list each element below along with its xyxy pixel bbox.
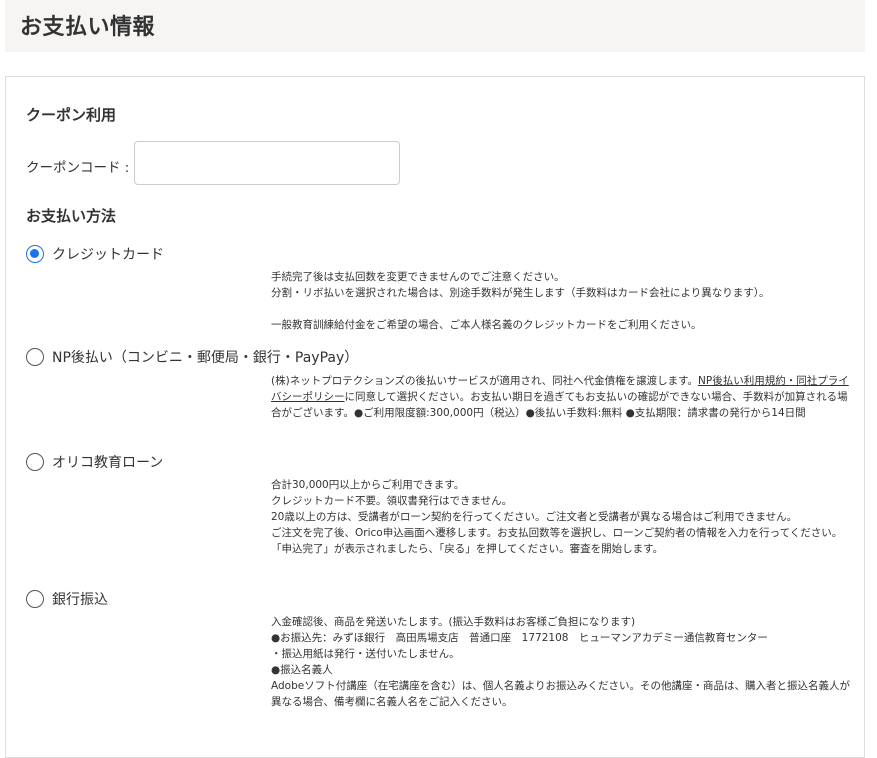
- description-line: ・振込用紙は発行・送付いたしません。: [271, 648, 460, 660]
- description-line: ●振込名義人: [271, 664, 333, 676]
- orico-loan-label: オリコ教育ローン: [52, 455, 164, 471]
- bank-transfer-radio[interactable]: [26, 590, 44, 608]
- credit-card-radio[interactable]: [26, 245, 44, 263]
- np-deferred-label: NP後払い（コンビニ・郵便局・銀行・PayPay）: [52, 350, 359, 366]
- description-line: 手続完了後は支払回数を変更できませんのでご注意ください。: [271, 271, 565, 283]
- coupon-code-label: クーポンコード :: [26, 160, 130, 176]
- orico-loan-description: 合計30,000円以上からご利用できます。 クレジットカード不要。領収書発行はで…: [271, 477, 851, 557]
- description-text: (株)ネットプロテクションズの後払いサービスが適用され、同社へ代金債権を譲渡しま…: [271, 375, 699, 387]
- payment-method-heading: お支払い方法: [26, 207, 117, 225]
- description-line: クレジットカード不要。領収書発行はできません。: [271, 495, 513, 507]
- description-line: 分割・リボ払いを選択された場合は、別途手数料が発生します（手数料はカード会社によ…: [271, 287, 770, 299]
- description-line: 「申込完了」が表示されましたら、「戻る」を押してください。審査を開始します。: [271, 543, 664, 555]
- page-header: お支払い情報: [5, 0, 865, 52]
- description-line: ご注文を完了後、Orico申込画面へ遷移します。お支払回数等を選択し、ローンご契…: [271, 527, 843, 539]
- bank-transfer-description: 入金確認後、商品を発送いたします。(振込手数料はお客様ご負担になります) ●お振…: [271, 614, 851, 710]
- credit-card-label: クレジットカード: [52, 247, 164, 263]
- description-text: に同意して選択ください。お支払い期日を過ぎてもお支払いの確認ができない場合、手数…: [271, 391, 848, 419]
- np-deferred-radio[interactable]: [26, 348, 44, 366]
- page-title: お支払い情報: [20, 15, 156, 40]
- np-deferred-description: (株)ネットプロテクションズの後払いサービスが適用され、同社へ代金債権を譲渡しま…: [271, 373, 851, 421]
- description-line: 20歳以上の方は、受講者がローン契約を行ってください。ご注文者と受講者が異なる場…: [271, 511, 798, 523]
- orico-loan-radio[interactable]: [26, 453, 44, 471]
- description-line: ●お振込先：みずほ銀行 高田馬場支店 普通口座 1772108 ヒューマンアカデ…: [271, 632, 768, 644]
- description-line: 一般教育訓練給付金をご希望の場合、ご本人様名義のクレジットカードをご利用ください…: [271, 319, 702, 331]
- coupon-heading: クーポン利用: [26, 106, 117, 124]
- bank-transfer-label: 銀行振込: [52, 592, 108, 608]
- description-line: 合計30,000円以上からご利用できます。: [271, 479, 465, 491]
- payment-panel: クーポン利用 クーポンコード : お支払い方法 クレジットカード 手続完了後は支…: [5, 76, 865, 758]
- description-line: 入金確認後、商品を発送いたします。(振込手数料はお客様ご負担になります): [271, 616, 636, 628]
- coupon-code-input[interactable]: [134, 141, 400, 185]
- credit-card-description: 手続完了後は支払回数を変更できませんのでご注意ください。 分割・リボ払いを選択さ…: [271, 269, 851, 333]
- description-line: Adobeソフト付講座（在宅講座を含む）は、個人名義よりお振込みください。その他…: [271, 680, 850, 708]
